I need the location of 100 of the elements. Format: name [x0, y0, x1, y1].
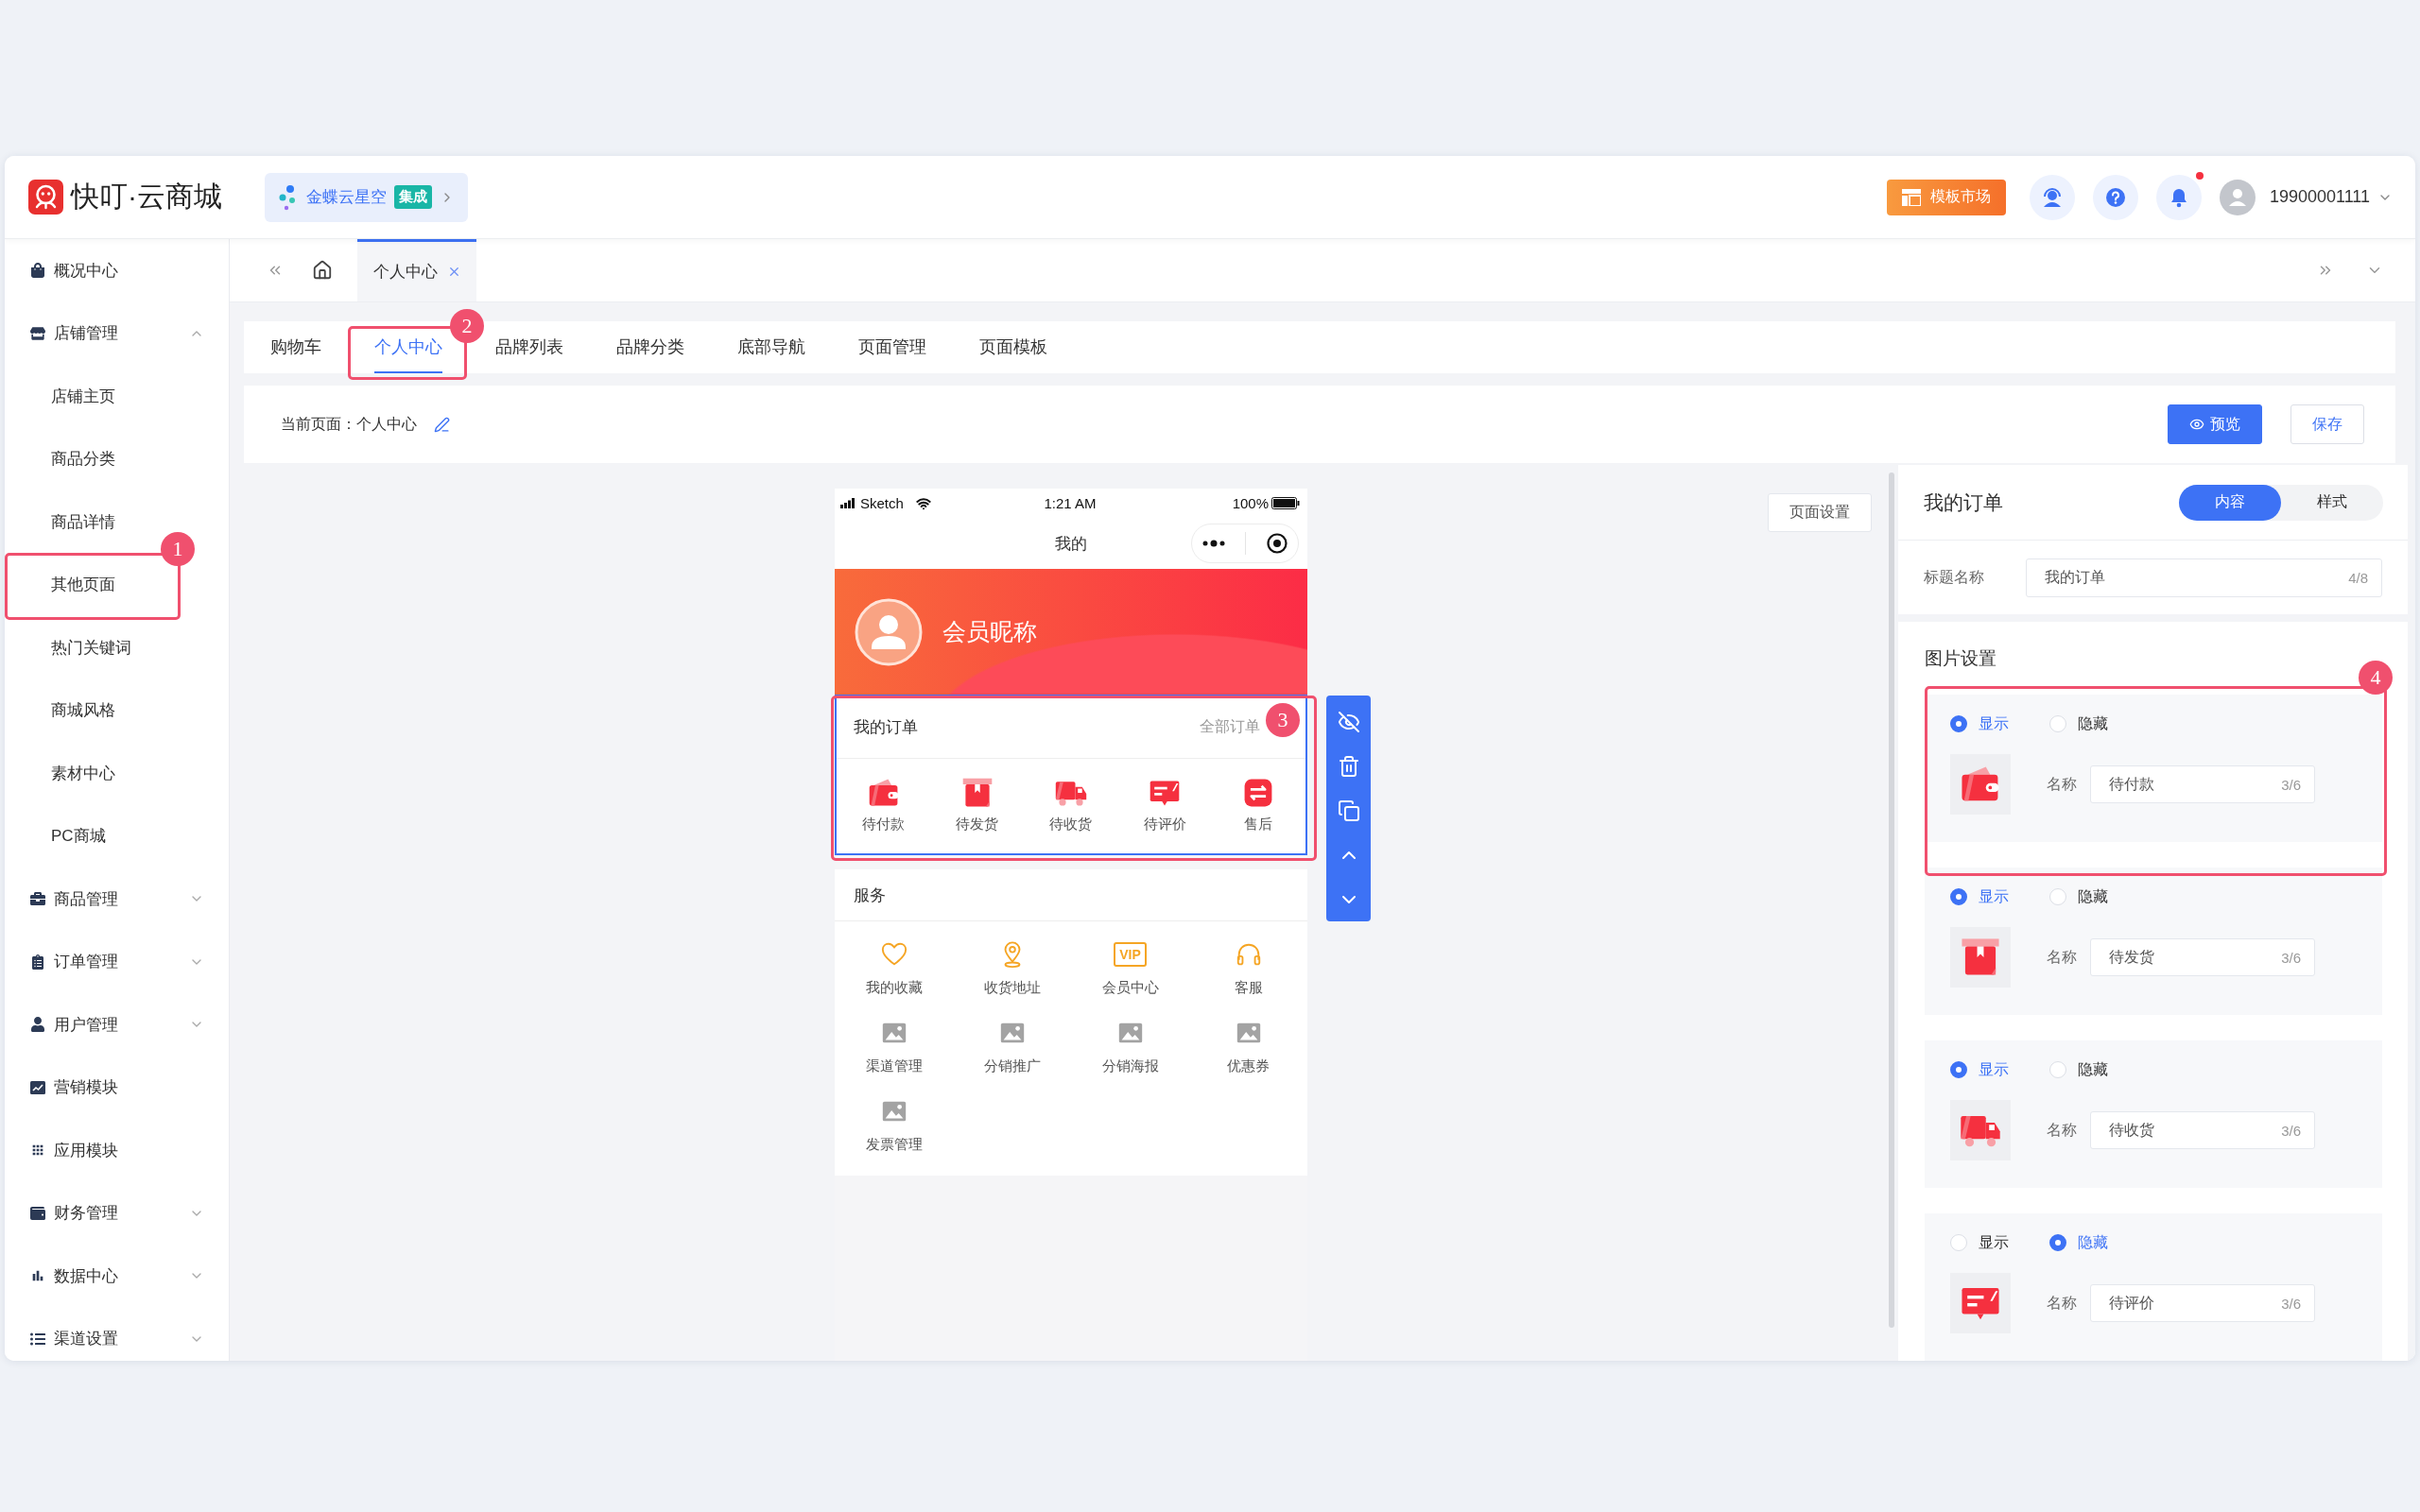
service-item[interactable]: 发票管理	[835, 1078, 953, 1157]
service-item[interactable]: 优惠券	[1189, 1000, 1307, 1078]
store-icon	[30, 325, 45, 341]
field-label: 名称	[2047, 774, 2077, 794]
sidebar-subitem[interactable]: 商城风格	[5, 679, 127, 742]
field-label: 名称	[2047, 947, 2077, 967]
service-item[interactable]: 我的收藏	[835, 921, 953, 1000]
name-input[interactable]: 待发货 3/6	[2090, 938, 2315, 976]
char-count: 3/6	[2281, 776, 2301, 793]
integration-badge: 集成	[394, 185, 432, 209]
sidebar-item[interactable]: 商品管理	[5, 868, 229, 931]
eye-off-icon[interactable]	[1337, 711, 1360, 733]
home-icon[interactable]	[312, 260, 333, 281]
order-status-item[interactable]: 待发货	[930, 776, 1025, 851]
integration-chip[interactable]: 金蝶云星空 集成	[265, 172, 468, 222]
name-input[interactable]: 待评价 3/6	[2090, 1284, 2315, 1322]
title-input[interactable]: 我的订单 4/8	[2026, 558, 2382, 597]
sidebar-subitem[interactable]: 素材中心	[5, 742, 127, 805]
headset-icon	[2041, 186, 2063, 208]
eye-icon	[2189, 417, 2204, 432]
radio-button[interactable]	[1950, 1061, 1967, 1078]
radio-option[interactable]: 隐藏	[2049, 713, 2108, 734]
sidebar-item[interactable]: 店铺管理	[5, 301, 229, 365]
radio-button[interactable]	[2049, 1234, 2066, 1251]
sub-tab[interactable]: 页面管理	[858, 321, 926, 373]
service-item[interactable]: VIP 会员中心	[1071, 921, 1189, 1000]
service-item[interactable]: 收货地址	[953, 921, 1071, 1000]
briefcase-icon	[30, 891, 45, 907]
sidebar-subitem[interactable]: 商品详情	[5, 490, 127, 554]
sidebar-item[interactable]: 应用模块	[5, 1119, 229, 1182]
char-count: 4/8	[2348, 569, 2368, 586]
radio-option[interactable]: 显示	[1950, 713, 2009, 734]
service-item[interactable]: 分销推广	[953, 1000, 1071, 1078]
radio-option[interactable]: 显示	[1950, 1059, 2009, 1080]
logo-icon	[28, 180, 63, 215]
current-page-label: 当前页面：个人中心	[281, 414, 417, 434]
sidebar-item[interactable]: 用户管理	[5, 993, 229, 1057]
sidebar-subitem[interactable]: PC商城	[5, 804, 117, 868]
avatar-icon	[855, 597, 923, 666]
sub-tab[interactable]: 底部导航	[737, 321, 805, 373]
order-status-item[interactable]: 待收货	[1024, 776, 1118, 851]
sub-tab[interactable]: 个人中心	[374, 321, 442, 373]
order-status-item[interactable]: 待付款	[837, 776, 931, 851]
sidebar-item[interactable]: 财务管理	[5, 1181, 229, 1245]
radio-option[interactable]: 隐藏	[2049, 1232, 2108, 1253]
mode-tab[interactable]: 样式	[2281, 484, 2383, 521]
step-badge: 2	[450, 309, 484, 343]
truck-icon	[1950, 1100, 2011, 1160]
char-count: 3/6	[2281, 1295, 2301, 1312]
mode-tab[interactable]: 内容	[2179, 484, 2281, 521]
save-button[interactable]: 保存	[2290, 404, 2364, 444]
service-item[interactable]: 客服	[1189, 921, 1307, 1000]
sidebar-item[interactable]: 营销模块	[5, 1056, 229, 1119]
help-icon	[2104, 186, 2126, 208]
copy-icon[interactable]	[1337, 799, 1360, 822]
sub-tab[interactable]: 购物车	[270, 321, 321, 373]
sidebar-item[interactable]: 渠道设置	[5, 1307, 229, 1361]
page-title: 我的	[1055, 533, 1087, 555]
close-icon[interactable]	[447, 265, 461, 279]
name-input[interactable]: 待付款 3/6	[2090, 765, 2315, 803]
notification-button[interactable]	[2155, 174, 2202, 220]
radio-option[interactable]: 隐藏	[2049, 886, 2108, 907]
sidebar-item[interactable]: 订单管理	[5, 930, 229, 993]
avatar-icon	[2219, 179, 2256, 215]
sidebar-subitem[interactable]: 热门关键词	[5, 616, 143, 679]
username[interactable]: 19900001111	[2269, 187, 2370, 207]
name-input[interactable]: 待收货 3/6	[2090, 1111, 2315, 1149]
sub-tab[interactable]: 品牌分类	[616, 321, 684, 373]
sidebar-subitem[interactable]: 商品分类	[5, 427, 127, 490]
order-status-item[interactable]: 售后	[1211, 776, 1305, 851]
field-label: 名称	[2047, 1120, 2077, 1140]
preview-button[interactable]: 预览	[2168, 404, 2262, 444]
service-item[interactable]: 渠道管理	[835, 1000, 953, 1078]
order-status-item[interactable]: 待评价	[1117, 776, 1212, 851]
trash-icon[interactable]	[1337, 755, 1360, 778]
sub-tab[interactable]: 品牌列表	[495, 321, 563, 373]
sidebar-item[interactable]: 数据中心	[5, 1245, 229, 1308]
line-chart-icon	[30, 1079, 45, 1095]
page-tab[interactable]: 个人中心	[357, 239, 476, 301]
radio-option[interactable]: 显示	[1950, 886, 2009, 907]
field-label: 标题名称	[1924, 567, 1985, 587]
sub-tab[interactable]: 页面模板	[979, 321, 1047, 373]
page-settings-button[interactable]: 页面设置	[1768, 493, 1872, 532]
member-nickname: 会员昵称	[942, 617, 1037, 646]
edit-icon[interactable]	[434, 416, 450, 433]
user-icon	[30, 1017, 45, 1033]
sidebar-item[interactable]: 概况中心	[5, 239, 229, 302]
sidebar-subitem[interactable]: 店铺主页	[5, 365, 127, 428]
target-icon[interactable]	[1267, 533, 1288, 554]
step-badge: 1	[161, 531, 195, 566]
radio-button[interactable]	[1950, 888, 1967, 905]
radio-button[interactable]	[1950, 715, 1967, 732]
scrollbar-thumb[interactable]	[1889, 472, 1894, 1328]
radio-option[interactable]: 显示	[1950, 1232, 2009, 1253]
wallet-icon	[30, 1205, 45, 1221]
sidebar-subitem[interactable]: 其他页面	[5, 553, 127, 616]
more-icon[interactable]	[1201, 540, 1225, 547]
battery-icon	[1271, 497, 1300, 509]
radio-option[interactable]: 隐藏	[2049, 1059, 2108, 1080]
service-item[interactable]: 分销海报	[1071, 1000, 1189, 1078]
